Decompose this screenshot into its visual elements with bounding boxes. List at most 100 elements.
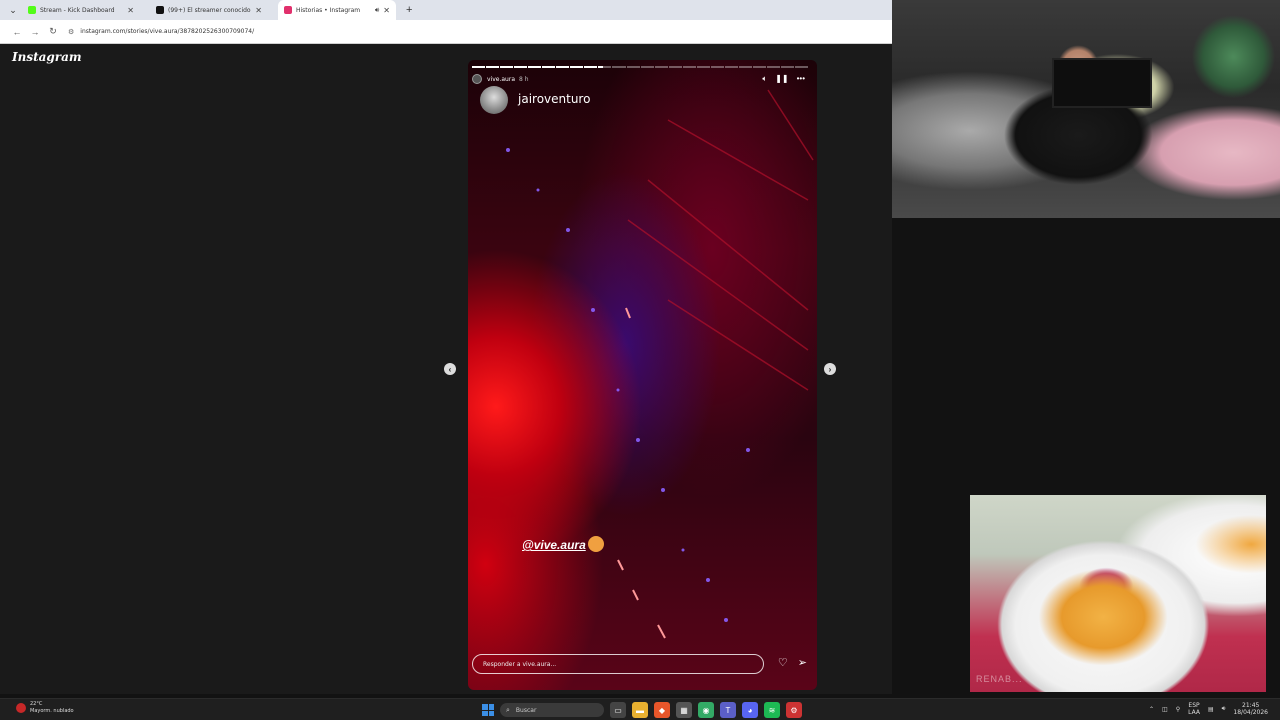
tab-instagram-stories[interactable]: Historias • Instagram 🔊︎ ✕: [278, 0, 396, 20]
spotify-icon[interactable]: ≋: [764, 702, 780, 718]
network-icon[interactable]: ◫: [1162, 706, 1168, 713]
tagged-username[interactable]: jairoventuro: [518, 92, 590, 106]
browser-toolbar: ← → ↻ ⚙ instagram.com/stories/vive.aura/…: [0, 20, 892, 44]
progress-segment: [570, 66, 584, 68]
progress-segment: [542, 66, 556, 68]
emoji-sticker-icon: [588, 536, 604, 552]
tab-strip: ⌄ Stream - Kick Dashboard ✕ (99+) El str…: [0, 0, 892, 20]
taskbar-apps: ⌕ Buscar ▭ ▬ ◆ ▦ ◉ T ◕ ≋ ⚙: [482, 702, 802, 718]
reply-placeholder: Responder a vive.aura...: [483, 660, 557, 668]
chevron-up-icon[interactable]: ⌃: [1149, 706, 1154, 713]
clock-time: 21:45: [1242, 702, 1260, 709]
volume-icon[interactable]: 🔊︎: [1222, 705, 1226, 713]
progress-segment: [472, 66, 486, 68]
mute-icon[interactable]: 🔈︎: [762, 74, 767, 84]
instagram-favicon-icon: [284, 6, 292, 14]
story-controls: 🔈︎ ❚❚ •••: [762, 74, 805, 84]
settings-icon[interactable]: ⚙: [786, 702, 802, 718]
language-indicator[interactable]: ESP LAA: [1188, 702, 1200, 716]
image-watermark: RENAB...: [976, 674, 1023, 684]
tab-label: Stream - Kick Dashboard: [40, 6, 115, 14]
file-explorer-icon[interactable]: ▬: [632, 702, 648, 718]
story-media: [506, 89, 814, 639]
lang-code: ESP: [1188, 702, 1200, 709]
teams-icon[interactable]: T: [720, 702, 736, 718]
more-options-icon[interactable]: •••: [797, 74, 805, 84]
weather-icon: [16, 703, 26, 713]
story-username[interactable]: vive.aura: [487, 76, 515, 83]
progress-segment: [626, 66, 640, 68]
story-header: vive.aura 8 h: [472, 74, 529, 84]
discord-icon[interactable]: ◕: [742, 702, 758, 718]
reload-icon[interactable]: ↻: [44, 26, 62, 37]
wifi-icon[interactable]: ▤: [1208, 706, 1214, 713]
progress-segment: [486, 66, 500, 68]
weather-desc: Mayorm. nublado: [30, 708, 74, 714]
new-tab-button[interactable]: +: [406, 0, 412, 20]
clock[interactable]: 21:45 18/04/2026: [1233, 702, 1268, 716]
send-icon[interactable]: ➢: [798, 656, 807, 669]
tab-kick-dashboard[interactable]: Stream - Kick Dashboard ✕: [22, 0, 140, 20]
progress-segment: [500, 66, 514, 68]
site-info-icon[interactable]: ⚙: [68, 28, 74, 36]
progress-segment: [752, 66, 766, 68]
taskbar-search[interactable]: ⌕ Buscar: [500, 703, 604, 717]
reply-input[interactable]: Responder a vive.aura...: [472, 654, 764, 674]
browser-window: ⌄ Stream - Kick Dashboard ✕ (99+) El str…: [0, 0, 892, 44]
heart-icon[interactable]: ♡: [778, 656, 788, 669]
clock-date: 18/04/2026: [1233, 709, 1268, 716]
mention-sticker[interactable]: @vive.aura: [522, 538, 586, 552]
address-bar[interactable]: ⚙ instagram.com/stories/vive.aura/387820…: [68, 24, 878, 40]
progress-segment: [654, 66, 668, 68]
story-progress-bar: [472, 66, 809, 68]
brave-icon[interactable]: ◆: [654, 702, 670, 718]
back-icon[interactable]: ←: [8, 27, 26, 37]
tab-search-icon[interactable]: ⌄: [4, 0, 22, 20]
progress-segment: [528, 66, 542, 68]
url-text: instagram.com/stories/vive.aura/38782025…: [80, 28, 255, 35]
windows-taskbar: 22°C Mayorm. nublado ⌕ Buscar ▭ ▬ ◆ ▦ ◉ …: [0, 698, 1280, 720]
progress-segment: [766, 66, 781, 68]
weather-widget[interactable]: 22°C Mayorm. nublado: [16, 701, 74, 715]
instagram-logo[interactable]: Instagram: [12, 50, 82, 64]
previous-story-icon[interactable]: ‹: [444, 363, 456, 375]
close-icon[interactable]: ✕: [255, 6, 262, 15]
close-icon[interactable]: ✕: [127, 6, 134, 15]
progress-segment: [710, 66, 724, 68]
system-tray: ⌃ ◫ ⚲ ESP LAA ▤ 🔊︎ 21:45 18/04/2026: [1149, 702, 1268, 716]
search-label: Buscar: [515, 706, 537, 714]
progress-segment: [724, 66, 738, 68]
progress-segment: [795, 66, 809, 68]
task-view-icon[interactable]: ▭: [610, 702, 626, 718]
tab-label: (99+) El streamer conocido como: [168, 6, 251, 14]
speaker-icon[interactable]: 🔊︎: [375, 6, 379, 15]
chrome-icon[interactable]: ◉: [698, 702, 714, 718]
close-icon[interactable]: ✕: [383, 6, 390, 15]
story-card[interactable]: vive.aura 8 h 🔈︎ ❚❚ ••• jairoventuro @vi…: [468, 60, 817, 690]
progress-segment: [668, 66, 682, 68]
calculator-icon[interactable]: ▦: [676, 702, 692, 718]
progress-segment: [598, 66, 612, 68]
search-icon: ⌕: [506, 705, 510, 714]
progress-segment: [584, 66, 598, 68]
avatar[interactable]: [472, 74, 482, 84]
windows-start-icon[interactable]: [482, 704, 494, 716]
weather-temp: 22°C: [30, 701, 43, 707]
progress-segment: [738, 66, 752, 68]
food-image-overlay: RENAB...: [970, 495, 1266, 692]
progress-segment: [556, 66, 570, 68]
tagged-user-avatar: [480, 86, 508, 114]
lang-layout: LAA: [1188, 709, 1200, 716]
forward-icon[interactable]: →: [26, 27, 44, 37]
tab-streamer[interactable]: (99+) El streamer conocido como ✕: [150, 0, 268, 20]
progress-segment: [682, 66, 696, 68]
story-timestamp: 8 h: [519, 75, 529, 83]
next-story-icon[interactable]: ›: [824, 363, 836, 375]
pause-icon[interactable]: ❚❚: [775, 74, 788, 84]
kick-favicon-icon: [28, 6, 36, 14]
webcam-overlay: [892, 0, 1280, 218]
location-icon[interactable]: ⚲: [1176, 706, 1180, 713]
progress-segment: [696, 66, 710, 68]
progress-segment: [640, 66, 654, 68]
tiktok-favicon-icon: [156, 6, 164, 14]
